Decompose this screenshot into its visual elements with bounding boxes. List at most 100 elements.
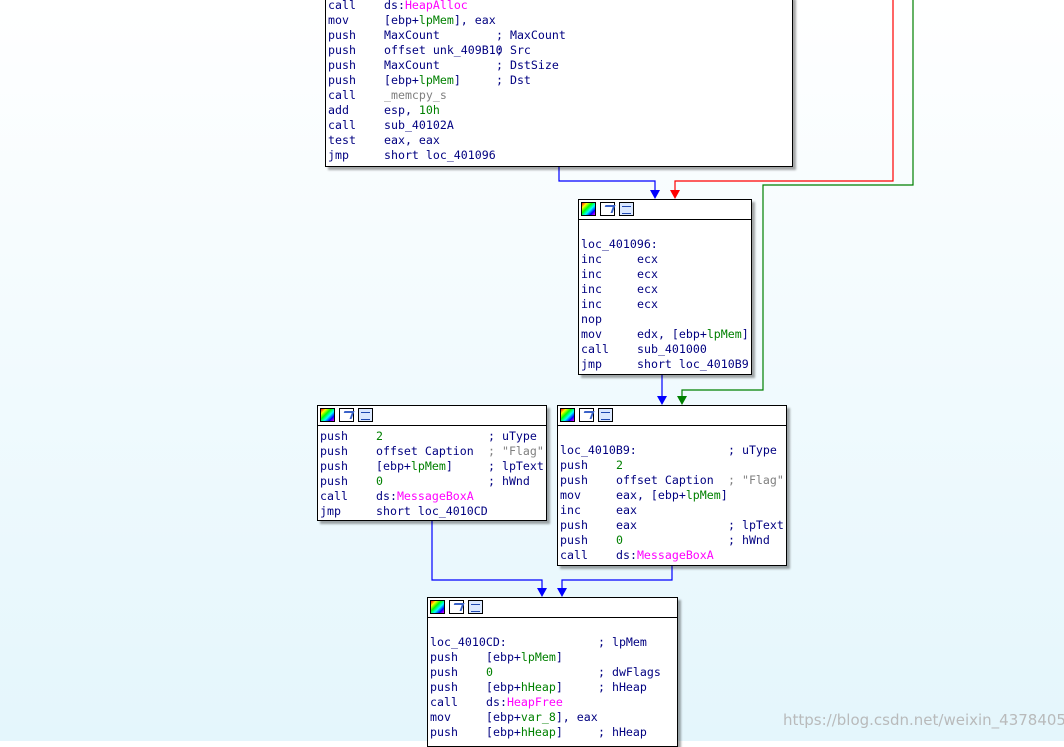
operand-tail: ], eax xyxy=(453,13,496,27)
operand-text: eax, [ebp+ xyxy=(616,488,686,502)
operand-highlight: lpMem xyxy=(410,459,446,473)
instruction-operands: offset unk_409B10 xyxy=(384,43,503,58)
node-loc-401096[interactable]: loc_401096: inc ecx inc ecx inc ecx inc ecx nop mo… xyxy=(578,199,752,375)
operand-text: edx, [ebp+ xyxy=(637,327,707,341)
edge-left-to-4010CD xyxy=(431,520,543,590)
code-comment: ; hWnd xyxy=(488,474,530,488)
operand-text: offset Caption xyxy=(376,444,474,458)
node-left-code: push 2; uType push offset Caption; "Flag" pu… xyxy=(318,426,546,519)
collapse-group-icon[interactable] xyxy=(468,600,483,614)
rename-edit-icon[interactable] xyxy=(579,408,594,422)
collapse-group-icon[interactable] xyxy=(358,408,373,422)
instruction-mnemonic: mov xyxy=(560,488,581,502)
operand-tail: ] xyxy=(555,650,563,664)
instruction-operands: [ebp+lpMem] xyxy=(376,459,453,474)
instruction-operands: short loc_4010CD xyxy=(376,504,488,519)
code-comment: ; lpMem xyxy=(598,635,647,649)
color-palette-icon[interactable] xyxy=(320,408,335,422)
operand-text: offset Caption xyxy=(616,473,714,487)
operand-tail: ] xyxy=(741,327,749,341)
instruction-operands: MaxCount xyxy=(384,28,440,43)
operand-text: short loc_4010B9 xyxy=(637,357,749,371)
arrow-green xyxy=(677,396,687,405)
operand-text: eax, eax xyxy=(384,133,440,147)
operand-highlight: var_8 xyxy=(520,710,556,724)
instruction-mnemonic: jmp xyxy=(581,357,602,371)
instruction-operands: [ebp+lpMem] xyxy=(384,73,461,88)
operand-highlight: lpMem xyxy=(685,488,721,502)
rename-edit-icon[interactable] xyxy=(339,408,354,422)
operand-text: sub_401000 xyxy=(637,342,707,356)
instruction-operands: ds:HeapFree xyxy=(486,695,563,710)
instruction-mnemonic: push xyxy=(320,474,348,488)
instruction-mnemonic: push xyxy=(430,680,458,694)
node-label-row: loc_401096: xyxy=(579,237,751,252)
arrow-blue-1 xyxy=(650,190,660,199)
instruction-operands: short loc_401096 xyxy=(384,148,496,163)
operand-highlight: 2 xyxy=(376,429,383,443)
operand-text: ds: xyxy=(376,489,397,503)
code-line: jmp short loc_4010B9 xyxy=(579,357,751,372)
instruction-mnemonic: inc xyxy=(581,297,602,311)
node-messagebox-left[interactable]: push 2; uType push offset Caption; "Flag" pu… xyxy=(317,405,547,521)
instruction-operands: ds:MessageBoxA xyxy=(376,489,474,504)
rename-edit-icon[interactable] xyxy=(600,202,615,216)
color-palette-icon[interactable] xyxy=(581,202,596,216)
operand-text: short loc_401096 xyxy=(384,148,496,162)
operand-text: sub_40102A xyxy=(384,118,454,132)
operand-tail: ] xyxy=(445,459,453,473)
instruction-mnemonic: test xyxy=(328,133,356,147)
code-line: call ds:MessageBoxA xyxy=(318,489,546,504)
operand-highlight: lpMem xyxy=(520,650,556,664)
code-line: push [ebp+hHeap] ; hHeap xyxy=(428,725,677,740)
node-header xyxy=(579,200,751,220)
instruction-mnemonic: jmp xyxy=(320,504,341,518)
code-line: mov [ebp+var_8], eax xyxy=(428,710,677,725)
operand-highlight: 2 xyxy=(616,458,623,472)
operand-text: [ebp+ xyxy=(486,725,521,739)
code-line: push 2 ; uType xyxy=(318,429,546,444)
instruction-operands: esp, 10h xyxy=(384,103,440,118)
operand-text: MaxCount xyxy=(384,58,440,72)
code-line: push [ebp+hHeap] ; hHeap xyxy=(428,680,677,695)
collapse-group-icon[interactable] xyxy=(619,202,634,216)
instruction-operands: [ebp+hHeap] xyxy=(486,725,563,740)
code-comment: ; lpText xyxy=(728,518,784,532)
node-label-row: loc_4010B9: ; uType xyxy=(558,443,786,458)
instruction-mnemonic: push xyxy=(560,473,588,487)
rename-edit-icon[interactable] xyxy=(449,600,464,614)
operand-text: ecx xyxy=(637,297,658,311)
code-line: push offset Caption ; "Flag" xyxy=(558,473,786,488)
instruction-operands: 0 xyxy=(376,474,383,489)
node-loc-4010B9[interactable]: loc_4010B9: ; uType push 2 push offset Captio… xyxy=(557,405,787,566)
instruction-mnemonic: call xyxy=(430,695,458,709)
instruction-operands: [ebp+lpMem] xyxy=(486,650,563,665)
operand-text: short loc_4010CD xyxy=(376,504,488,518)
code-comment: ; "Flag" xyxy=(488,444,544,458)
code-line: push offset unk_409B10; Src xyxy=(326,43,792,58)
node-top-block[interactable]: call ds:HeapAlloc mov [ebp+lpMem], eax push M… xyxy=(325,0,793,167)
collapse-group-icon[interactable] xyxy=(598,408,613,422)
arrow-blue-2 xyxy=(657,396,667,405)
operand-text: [ebp+ xyxy=(486,710,521,724)
node-loc-4010CD[interactable]: loc_4010CD:; lpMem push [ebp+lpMem] push 0; … xyxy=(427,597,678,747)
operand-tail: ] xyxy=(555,725,563,739)
operand-highlight: hHeap xyxy=(520,725,556,739)
color-palette-icon[interactable] xyxy=(560,408,575,422)
code-line: push offset Caption ; "Flag" xyxy=(318,444,546,459)
code-line: inc ecx xyxy=(579,252,751,267)
code-line: inc ecx xyxy=(579,267,751,282)
operand-text: ds: xyxy=(616,548,637,562)
code-line: call ds:HeapAlloc xyxy=(326,0,792,13)
instruction-operands: offset Caption xyxy=(616,473,714,488)
color-palette-icon[interactable] xyxy=(430,600,445,614)
instruction-mnemonic: push xyxy=(328,73,356,87)
operand-text: ds: xyxy=(486,695,507,709)
code-line: mov edx, [ebp+lpMem] xyxy=(579,327,751,342)
code-line: mov [ebp+lpMem], eax xyxy=(326,13,792,28)
edge-4010B9-to-4010CD xyxy=(561,565,673,590)
instruction-operands: _memcpy_s xyxy=(384,88,447,103)
code-line: call ds:MessageBoxA xyxy=(558,548,786,563)
instruction-operands: offset Caption xyxy=(376,444,474,459)
node-header xyxy=(428,598,677,618)
